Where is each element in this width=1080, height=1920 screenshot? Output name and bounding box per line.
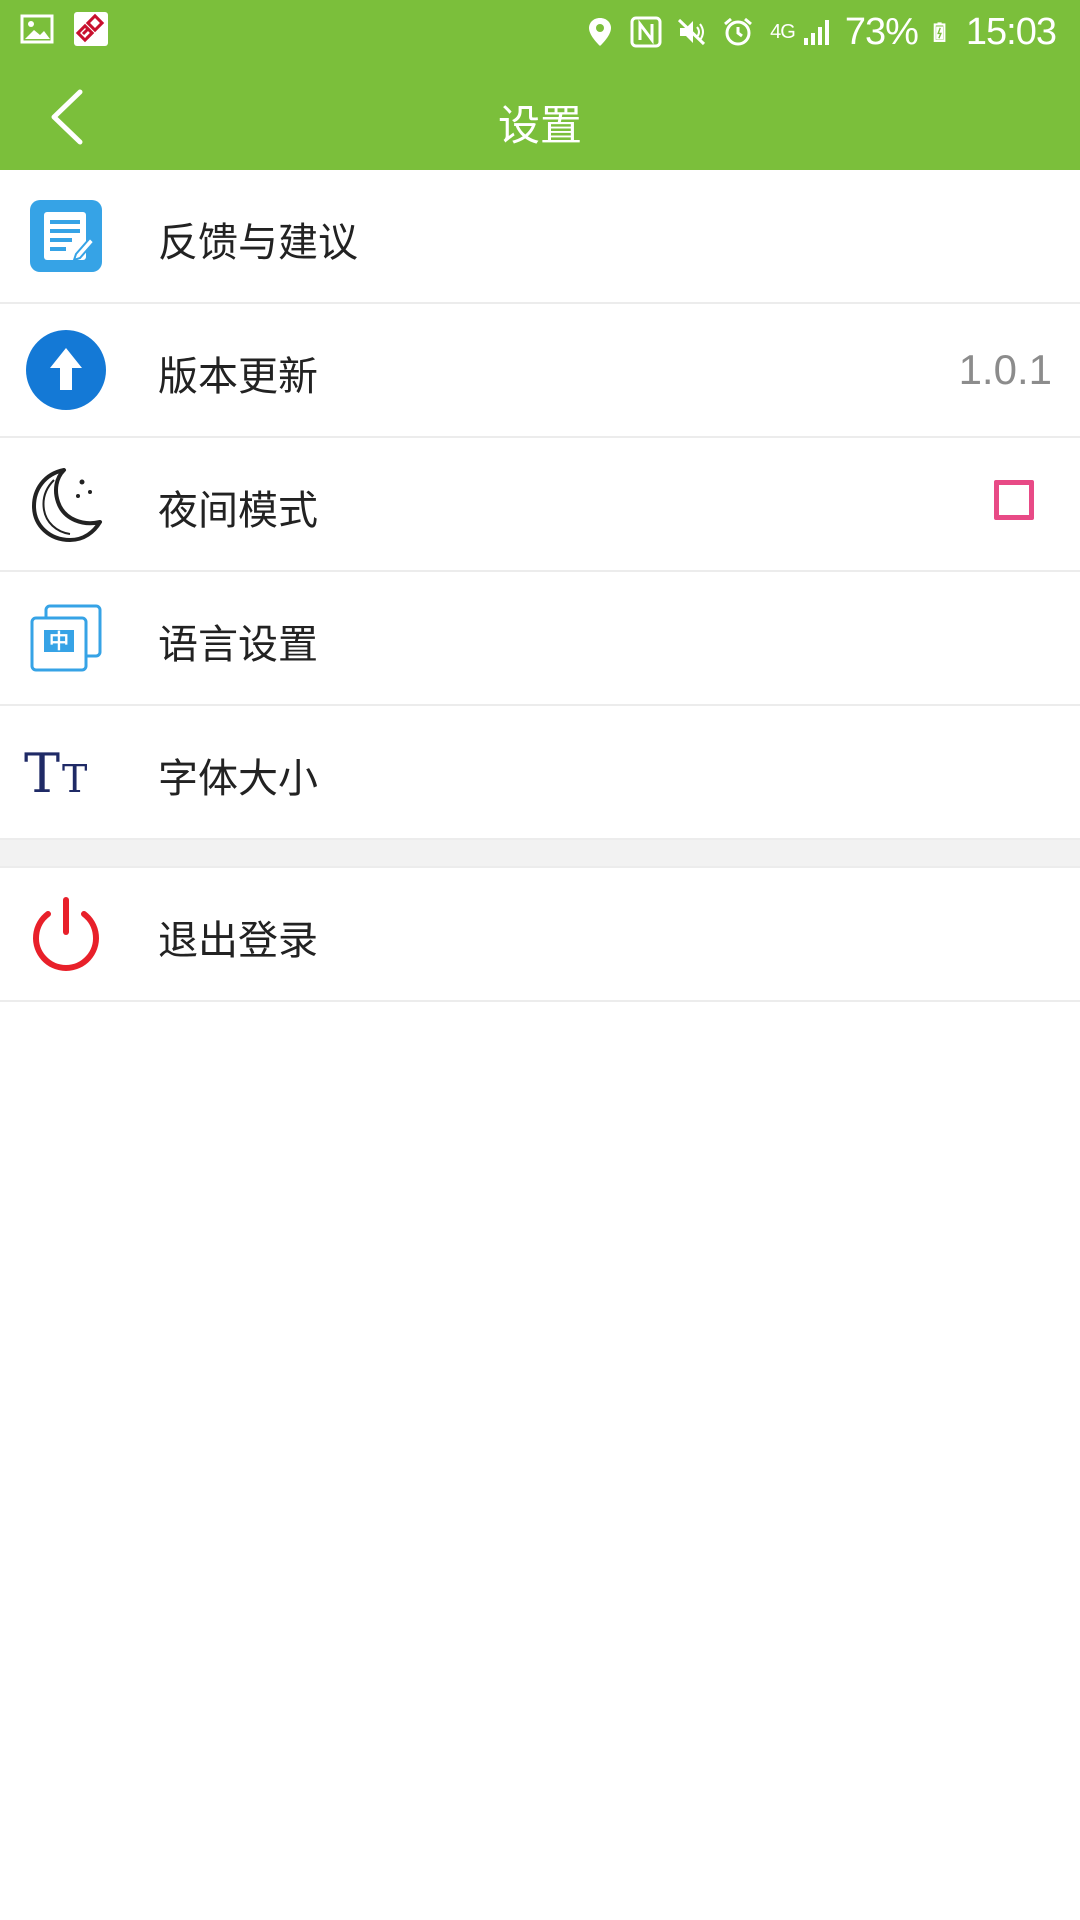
title-bar: 设置	[0, 64, 1080, 170]
location-icon	[589, 18, 612, 46]
status-bar-left	[20, 12, 128, 46]
settings-item-label: 退出登录	[158, 918, 318, 964]
settings-item-logout[interactable]: 退出登录	[0, 868, 1080, 1002]
clock: 15:03	[965, 10, 1057, 53]
gallery-icon	[20, 14, 54, 44]
language-icon-glyph: 中	[49, 629, 69, 653]
update-arrow-icon	[26, 330, 106, 410]
settings-item-label: 语言设置	[158, 622, 318, 668]
battery-percent: 73%	[844, 10, 919, 53]
settings-item-version-update[interactable]: 版本更新 1.0.1	[0, 304, 1080, 438]
language-icon: 中	[30, 604, 102, 672]
settings-item-night-mode[interactable]: 夜间模式	[0, 438, 1080, 572]
font-size-icon: T T	[24, 742, 87, 805]
power-icon	[33, 897, 99, 971]
settings-item-label: 版本更新	[158, 354, 318, 400]
settings-item-label: 反馈与建议	[158, 220, 358, 266]
battery-icon	[933, 22, 946, 42]
font-size-icon-small-t: T	[62, 757, 87, 801]
network-type: 4G	[770, 21, 796, 43]
settings-item-label: 夜间模式	[158, 488, 318, 534]
feedback-icon	[30, 200, 102, 272]
status-bar-right: 4G 73% 15:03	[570, 8, 1057, 56]
settings-item-font-size[interactable]: T T 字体大小	[0, 706, 1080, 840]
status-bar: 4G 73% 15:03	[0, 0, 1080, 64]
night-mode-checkbox[interactable]	[994, 480, 1034, 520]
settings-item-feedback[interactable]: 反馈与建议	[0, 170, 1080, 304]
nfc-icon	[630, 16, 662, 48]
settings-item-language[interactable]: 中 语言设置	[0, 572, 1080, 706]
alarm-icon	[724, 17, 753, 46]
version-value: 1.0.1	[958, 346, 1052, 393]
settings-list: 反馈与建议 版本更新 1.0.1 夜间模式 中 语言设置 T T 字体大小 退出…	[0, 170, 1080, 1002]
moon-icon	[32, 468, 102, 542]
signal-icon	[803, 20, 829, 45]
font-size-icon-big-t: T	[24, 742, 60, 805]
section-divider	[0, 840, 1080, 868]
mute-icon	[678, 18, 706, 46]
settings-item-label: 字体大小	[158, 756, 318, 802]
page-title: 设置	[497, 101, 582, 150]
app-notification-icon	[74, 12, 108, 46]
